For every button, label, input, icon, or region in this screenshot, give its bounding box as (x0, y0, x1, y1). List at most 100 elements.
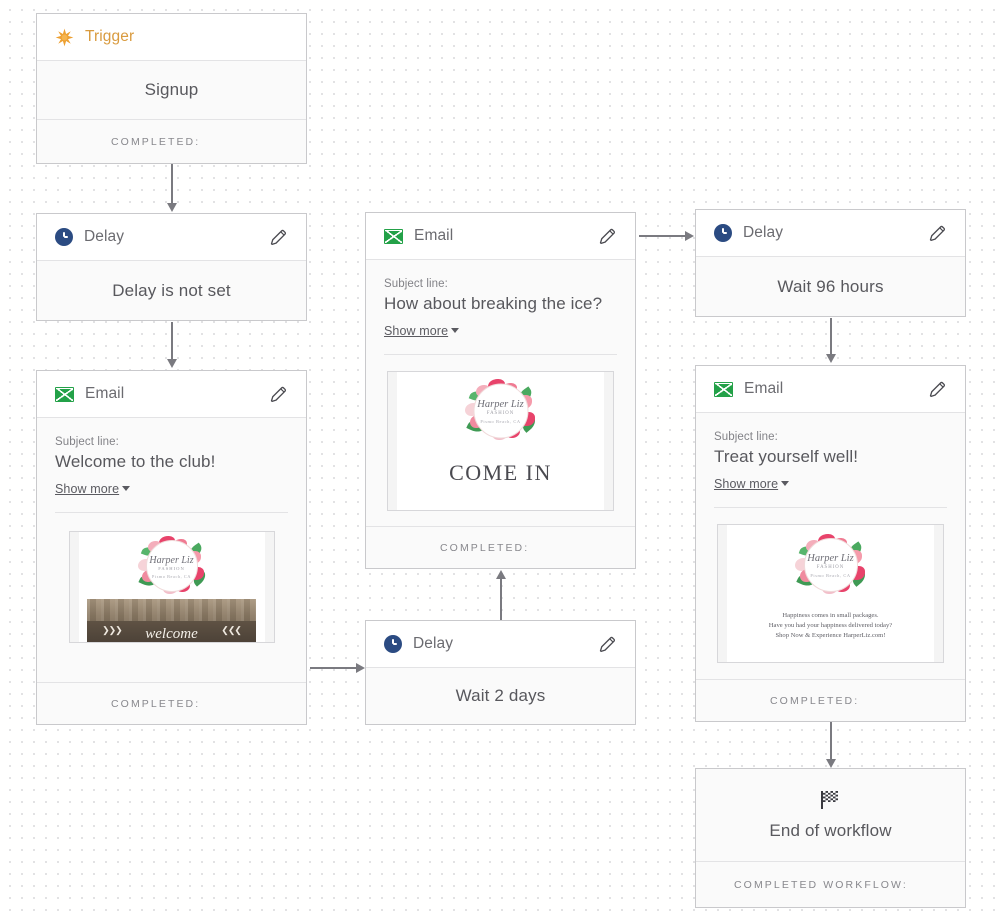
delay2-card-title: Delay (413, 635, 454, 652)
node-card-end-of-workflow[interactable]: End of workflow COMPLETED WORKFLOW: (695, 768, 966, 908)
clock-icon (55, 228, 73, 246)
show-more-link-email-2[interactable]: Show more (384, 324, 460, 339)
end-card-footer: COMPLETED WORKFLOW: (696, 861, 965, 907)
pencil-icon (599, 228, 615, 244)
preview-margin-right (604, 372, 613, 511)
delay2-card-body: Wait 2 days (366, 668, 635, 724)
delay3-body-label: Wait 96 hours (777, 276, 884, 296)
email3-card-body: Subject line: Treat yourself well! Show … (696, 413, 965, 664)
arrowhead (356, 663, 365, 673)
preview-promo-copy: Happiness comes in small packages. Have … (769, 611, 892, 641)
delay1-card-header: Delay (37, 214, 306, 261)
email3-card-title: Email (744, 380, 784, 397)
node-card-delay-3[interactable]: Delay Wait 96 hours (695, 209, 966, 317)
pencil-icon (929, 381, 945, 397)
email2-preview-thumbnail[interactable]: Harper Liz FASHION Pismo Beach, CA COME … (387, 371, 614, 512)
arrowhead (826, 759, 836, 768)
edit-pencil-button-email-2[interactable] (595, 224, 619, 248)
connector-line (639, 235, 689, 237)
arrow-decoration-left: ❯❯❯ (102, 625, 123, 636)
node-card-email-3[interactable]: Email Subject line: Treat yourself well!… (695, 365, 966, 722)
arrowhead (167, 203, 177, 212)
logo-brand-name: Harper Liz (477, 399, 524, 411)
promo-line-1: Happiness comes in small packages. (782, 612, 879, 620)
email2-card-header: Email (366, 213, 635, 260)
delay2-body-label: Wait 2 days (455, 686, 546, 705)
email2-card-body: Subject line: How about breaking the ice… (366, 260, 635, 512)
node-card-email-2[interactable]: Email Subject line: How about breaking t… (365, 212, 636, 569)
chevron-down-icon (122, 486, 131, 492)
edit-pencil-button-delay-1[interactable] (266, 225, 290, 249)
email1-subject-value: Welcome to the club! (55, 452, 216, 471)
chevron-down-icon (781, 481, 790, 487)
email1-preview-thumbnail[interactable]: Harper Liz FASHION Pismo Beach, CA ❯❯❯ ❮… (68, 531, 275, 644)
preview-banner-photo: ❯❯❯ ❮❮❮ welcome (86, 599, 257, 643)
logo-subtitle: FASHION (816, 565, 845, 571)
email3-card-header: Email (696, 366, 965, 413)
show-more-label: Show more (714, 477, 779, 492)
preview-margin-right (264, 532, 274, 643)
email2-card-title: Email (414, 227, 454, 244)
node-card-email-1[interactable]: Email Subject line: Welcome to the club!… (36, 370, 307, 725)
delay3-card-body: Wait 96 hours (696, 257, 965, 316)
show-more-label: Show more (384, 324, 449, 339)
edit-pencil-button-delay-2[interactable] (595, 632, 619, 656)
preview-banner-text: COME IN (449, 460, 552, 486)
logo-location: Pismo Beach, CA (810, 573, 851, 579)
divider (384, 354, 617, 356)
trigger-card-title: Trigger (85, 28, 135, 45)
delay3-card-title: Delay (743, 224, 784, 241)
divider (55, 512, 288, 514)
brand-logo-wreath: Harper Liz FASHION Pismo Beach, CA (126, 536, 218, 595)
clock-icon (384, 635, 402, 653)
logo-brand-name: Harper Liz (807, 553, 854, 565)
clock-icon (714, 224, 732, 242)
edit-pencil-button-email-3[interactable] (925, 377, 949, 401)
preview-margin-right (934, 525, 943, 663)
node-card-trigger[interactable]: Trigger Signup COMPLETED: (36, 13, 307, 164)
chevron-down-icon (451, 328, 460, 334)
end-body-label: End of workflow (769, 821, 892, 840)
edit-pencil-button-email-1[interactable] (266, 382, 290, 406)
email3-preview-thumbnail[interactable]: Harper Liz FASHION Pismo Beach, CA Happi… (717, 524, 944, 664)
trigger-card-header: Trigger (37, 14, 306, 61)
edit-pencil-button-delay-3[interactable] (925, 221, 949, 245)
email2-subject-value: How about breaking the ice? (384, 294, 603, 313)
connector-line (500, 577, 502, 623)
email3-subject-label: Subject line: (714, 431, 778, 443)
logo-location: Pismo Beach, CA (152, 574, 191, 580)
pencil-icon (270, 229, 286, 245)
arrow-decoration-right: ❮❮❮ (221, 625, 242, 636)
end-card-body: End of workflow (696, 769, 965, 841)
divider (714, 507, 947, 509)
arrowhead (496, 570, 506, 579)
email2-card-footer: COMPLETED: (366, 526, 635, 568)
preview-margin-left (718, 525, 727, 663)
delay3-card-header: Delay (696, 210, 965, 257)
arrowhead (685, 231, 694, 241)
email1-card-footer: COMPLETED: (37, 682, 306, 724)
show-more-link-email-1[interactable]: Show more (55, 482, 131, 497)
email1-card-title: Email (85, 385, 125, 402)
trigger-body-label: Signup (144, 80, 199, 99)
show-more-label: Show more (55, 482, 120, 497)
delay1-card-body: Delay is not set (37, 261, 306, 320)
envelope-icon (714, 381, 733, 397)
delay2-card-header: Delay (366, 621, 635, 668)
promo-line-2: Have you had your happiness delivered to… (768, 622, 893, 630)
email2-subject-label: Subject line: (384, 278, 448, 290)
preview-banner-text: welcome (145, 626, 198, 643)
pencil-icon (599, 636, 615, 652)
envelope-icon (384, 228, 403, 244)
trigger-card-body: Signup (37, 61, 306, 119)
connector-line (310, 667, 360, 669)
email3-subject-value: Treat yourself well! (714, 447, 859, 466)
logo-subtitle: FASHION (486, 411, 515, 417)
pencil-icon (929, 225, 945, 241)
email1-card-body: Subject line: Welcome to the club! Show … (37, 418, 306, 644)
show-more-link-email-3[interactable]: Show more (714, 477, 790, 492)
arrowhead (167, 359, 177, 368)
node-card-delay-2[interactable]: Delay Wait 2 days (365, 620, 636, 725)
promo-line-3: Shop Now & Experience HarperLiz.com! (775, 632, 886, 640)
node-card-delay-1[interactable]: Delay Delay is not set (36, 213, 307, 321)
